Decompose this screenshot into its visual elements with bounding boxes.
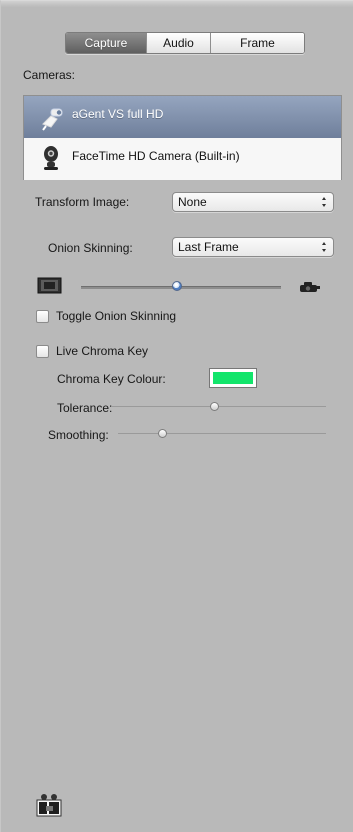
webcam-icon	[42, 108, 63, 131]
camera-capture-icon[interactable]	[35, 791, 63, 819]
chroma-key-colour-swatch	[213, 372, 253, 384]
onion-skin-frame-icon	[37, 277, 62, 294]
tolerance-slider-knob[interactable]	[210, 402, 219, 411]
onion-skinning-slider-knob[interactable]	[172, 281, 182, 291]
camera-list: aGent VS full HD FaceTime HD Camera (Bui…	[23, 95, 342, 180]
tab-frame[interactable]: Frame	[211, 33, 304, 53]
camera-row-facetime-hd[interactable]: FaceTime HD Camera (Built-in)	[24, 138, 341, 180]
select-arrows-icon	[322, 197, 326, 207]
live-chroma-key-label: Live Chroma Key	[56, 344, 149, 358]
camera-name: FaceTime HD Camera (Built-in)	[72, 149, 240, 163]
select-arrows-icon	[322, 242, 326, 252]
camera-name: aGent VS full HD	[72, 107, 164, 121]
transform-image-select[interactable]: None	[172, 192, 334, 212]
tab-audio[interactable]: Audio	[147, 33, 211, 53]
live-chroma-key-checkbox[interactable]	[36, 345, 49, 358]
transform-image-label: Transform Image:	[35, 195, 130, 209]
smoothing-label: Smoothing:	[48, 428, 109, 442]
tab-capture[interactable]: Capture	[66, 33, 147, 53]
chroma-key-colour-well[interactable]	[209, 368, 257, 388]
cameras-label: Cameras:	[23, 68, 76, 82]
smoothing-slider-track[interactable]	[118, 433, 326, 434]
toggle-onion-skinning-checkbox[interactable]	[36, 310, 49, 323]
transform-image-value: None	[178, 195, 207, 209]
camera-icon	[300, 282, 320, 292]
onion-skinning-value: Last Frame	[178, 240, 239, 254]
onion-skinning-label: Onion Skinning:	[48, 241, 133, 255]
chroma-key-colour-label: Chroma Key Colour:	[57, 372, 166, 386]
camera-row-agent-vs-full-hd[interactable]: aGent VS full HD	[24, 96, 341, 138]
settings-tab-control: Capture Audio Frame	[65, 32, 305, 54]
tolerance-label: Tolerance:	[57, 401, 113, 415]
toggle-onion-skinning-label: Toggle Onion Skinning	[56, 309, 177, 323]
onion-skinning-select[interactable]: Last Frame	[172, 237, 334, 257]
smoothing-slider-knob[interactable]	[158, 429, 167, 438]
facetime-camera-icon	[44, 146, 58, 170]
capture-settings-panel: Capture Audio Frame Cameras: aGent VS fu…	[0, 0, 353, 832]
